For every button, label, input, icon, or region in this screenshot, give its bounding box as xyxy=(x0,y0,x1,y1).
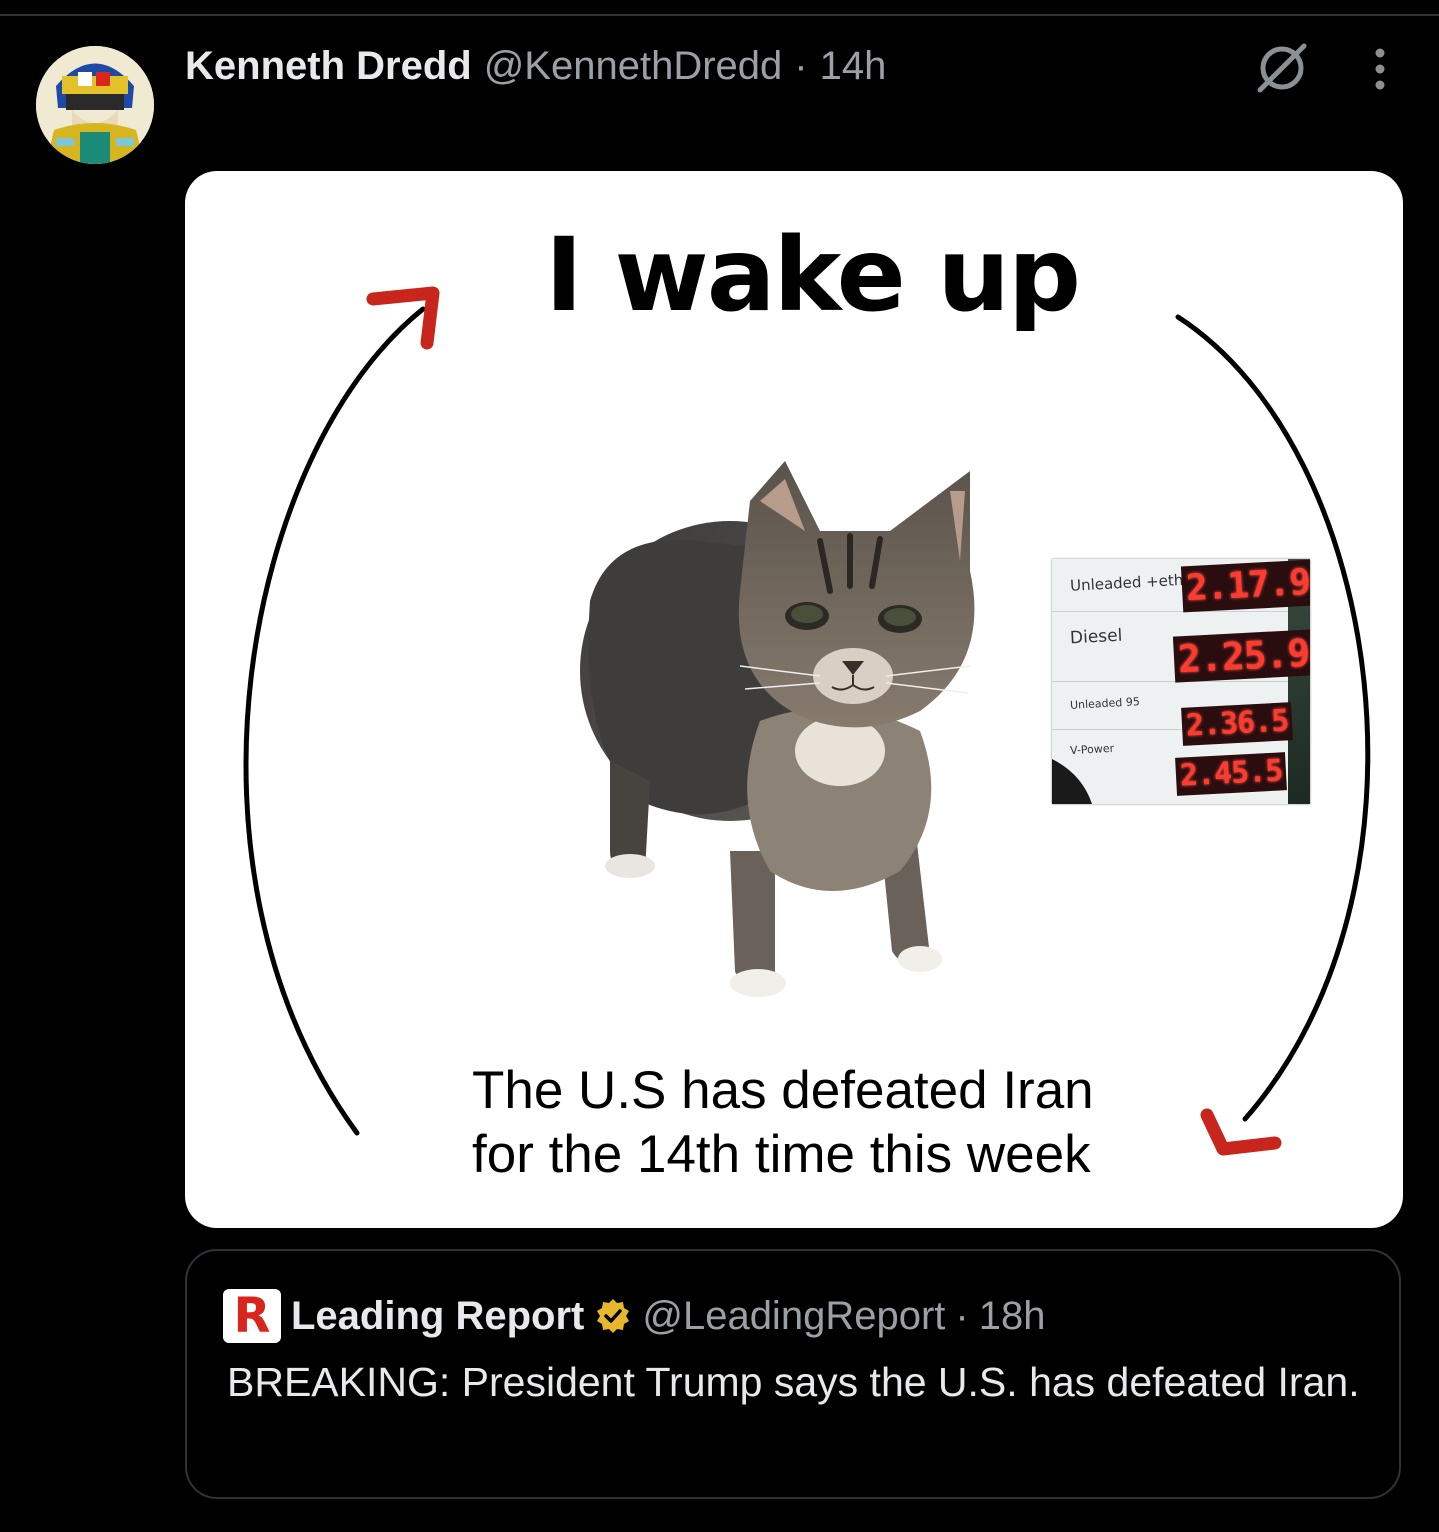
leading-report-logo[interactable]: R xyxy=(223,1289,281,1343)
more-vertical-icon[interactable] xyxy=(1360,44,1400,94)
quoted-tweet-text: BREAKING: President Trump says the U.S. … xyxy=(227,1359,1360,1405)
avatar[interactable] xyxy=(36,46,154,164)
tweet[interactable]: Kenneth Dredd @KennethDredd · 14h I wake… xyxy=(0,0,1439,1532)
separator-dot: · xyxy=(955,1293,969,1338)
gas-price-sign: Unleaded +ethanol 2.17.9 Diesel 2.25.9 U… xyxy=(1052,559,1310,804)
separator-dot: · xyxy=(794,43,808,88)
quoted-tweet-header: R Leading Report @LeadingReport · 18h xyxy=(223,1289,1045,1343)
quoted-timestamp[interactable]: 18h xyxy=(979,1294,1046,1339)
logo-letter: R xyxy=(233,1288,271,1344)
quoted-author-handle[interactable]: @LeadingReport xyxy=(642,1294,945,1339)
tweet-header: Kenneth Dredd @KennethDredd · 14h xyxy=(185,40,886,92)
meme-caption: The U.S has defeated Iran for the 14th t… xyxy=(472,1059,1152,1187)
verified-gold-badge-icon xyxy=(597,1299,630,1333)
author-name[interactable]: Kenneth Dredd xyxy=(185,44,472,89)
cat-image xyxy=(580,461,975,997)
tweet-media-image[interactable]: I wake up Unleaded +ethanol 2.17.9 Diese… xyxy=(185,171,1403,1228)
timestamp[interactable]: 14h xyxy=(820,44,887,89)
caption-line: The U.S has defeated Iran xyxy=(472,1061,1094,1120)
quoted-author-name[interactable]: Leading Report xyxy=(291,1294,584,1339)
sign-shadow xyxy=(1052,759,1092,804)
caption-line: for the 14th time this week xyxy=(472,1125,1091,1184)
meme-title: I wake up xyxy=(545,216,1081,335)
author-handle[interactable]: @KennethDredd xyxy=(484,44,783,89)
grok-icon[interactable] xyxy=(1252,40,1312,96)
quoted-tweet[interactable]: R Leading Report @LeadingReport · 18h BR… xyxy=(185,1249,1401,1499)
